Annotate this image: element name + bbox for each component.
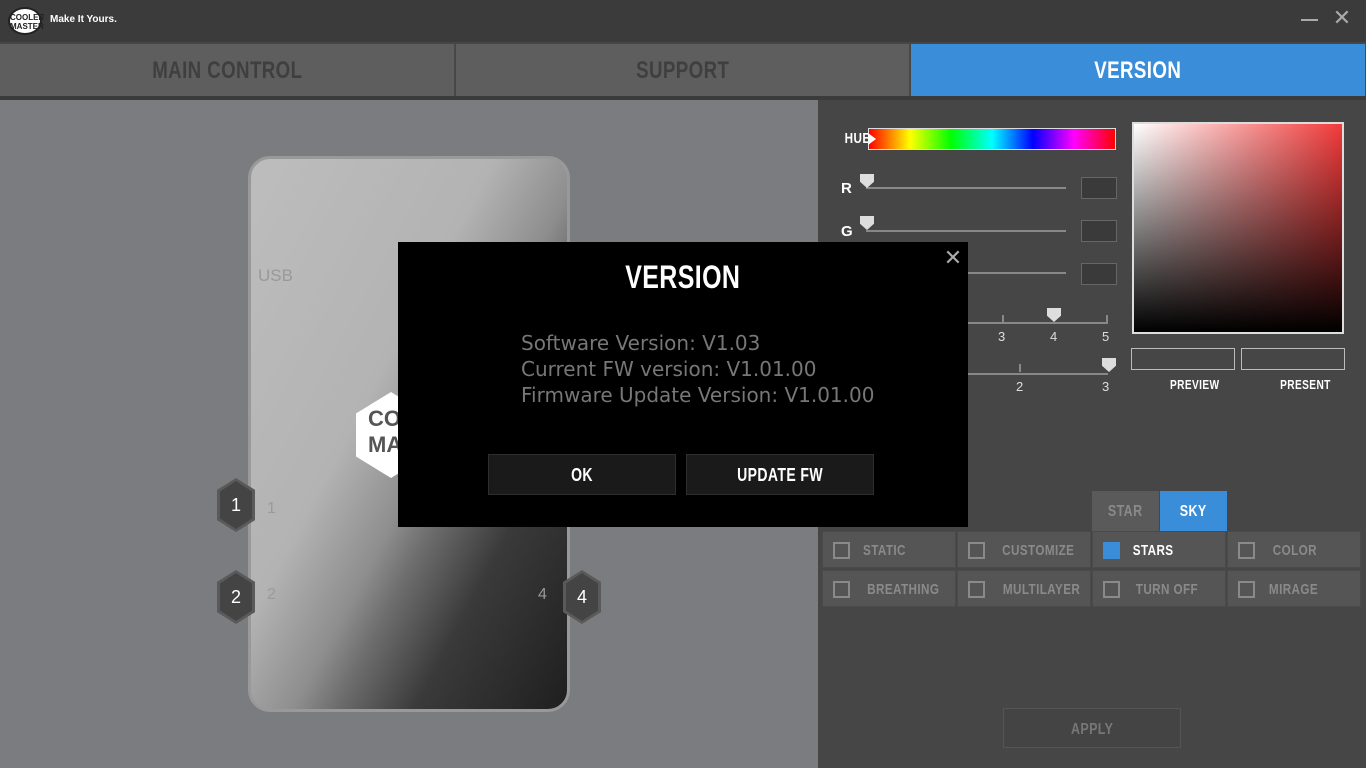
usb-label: USB [258, 266, 293, 285]
mode-stars[interactable]: STARS [1092, 531, 1226, 568]
brightness-tick-label: 2 [1016, 379, 1024, 394]
subtab-sky[interactable]: SKY [1160, 491, 1227, 531]
dialog-title: VERSION [398, 258, 968, 296]
dialog-title-text: VERSION [625, 259, 741, 295]
port-label-4: 4 [538, 586, 547, 603]
tab-main-control[interactable]: MAIN CONTROL [0, 44, 455, 96]
tab-label: VERSION [1094, 57, 1182, 84]
subtab-star[interactable]: STAR [1092, 491, 1159, 531]
g-value-field[interactable] [1081, 220, 1117, 242]
port-badge: 1 [230, 495, 241, 515]
tab-support[interactable]: SUPPORT [456, 44, 910, 96]
apply-label: APPLY [1070, 721, 1114, 738]
saturation-value-picker[interactable] [1132, 122, 1344, 334]
present-swatch [1241, 348, 1345, 370]
mode-turn-off[interactable]: TURN OFF [1092, 570, 1226, 607]
port-label-1: 1 [267, 500, 276, 517]
r-value-field[interactable] [1081, 177, 1117, 199]
port-badge: 4 [576, 587, 587, 607]
r-slider-track[interactable] [866, 187, 1066, 189]
firmware-update-version-text: Firmware Update Version: V1.01.00 [521, 383, 875, 407]
preview-swatch [1131, 348, 1235, 370]
checkbox-icon[interactable] [968, 581, 985, 598]
mode-label: MULTILAYER [1002, 581, 1081, 598]
mode-multilayer[interactable]: MULTILAYER [957, 570, 1091, 607]
port-badge: 2 [230, 587, 241, 607]
preview-label-text: PREVIEW [1169, 377, 1220, 392]
speed-tick [1002, 315, 1004, 323]
g-slider-track[interactable] [866, 230, 1066, 232]
mode-label: STATIC [863, 542, 906, 559]
port-label-2: 2 [267, 586, 276, 603]
brightness-slider-track[interactable] [960, 373, 1108, 375]
close-icon[interactable]: ✕ [1330, 6, 1354, 32]
update-fw-label: UPDATE FW [737, 465, 823, 485]
speed-tick-label: 4 [1050, 329, 1058, 344]
brightness-tick-label: 3 [1102, 379, 1110, 394]
mode-color-cycle[interactable]: COLOR CYCLE [1227, 531, 1361, 596]
cooler-master-logo: COOLER MASTER [8, 7, 44, 35]
update-fw-button[interactable]: UPDATE FW [686, 454, 874, 495]
checkbox-icon[interactable] [1238, 542, 1255, 559]
mode-customize[interactable]: CUSTOMIZE [957, 531, 1091, 568]
tagline: Make It Yours. [50, 14, 117, 25]
apply-button[interactable]: APPLY [1003, 708, 1181, 748]
g-label: G [841, 223, 853, 240]
mode-label: TURN OFF [1135, 581, 1199, 598]
mode-static[interactable]: STATIC [822, 531, 956, 568]
ok-button[interactable]: OK [488, 454, 676, 495]
preview-label: PREVIEW [1163, 377, 1226, 392]
hue-marker-icon[interactable] [868, 133, 876, 145]
hue-label-text: HUE [844, 130, 871, 147]
dialog-close-icon[interactable]: ✕ [942, 246, 964, 272]
ok-label: OK [571, 465, 593, 485]
brightness-tick [1019, 364, 1021, 372]
tab-label: SUPPORT [635, 57, 730, 84]
subtab-label: STAR [1108, 503, 1143, 520]
r-label: R [841, 180, 852, 197]
software-version-text: Software Version: V1.03 [521, 331, 761, 355]
minimize-icon[interactable] [1298, 8, 1322, 32]
speed-tick-label: 3 [998, 329, 1006, 344]
checkbox-icon[interactable] [1238, 581, 1255, 598]
speed-tick-label: 5 [1102, 329, 1110, 344]
mode-label: STARS [1132, 542, 1174, 559]
mode-breathing[interactable]: BREATHING [822, 570, 956, 607]
hue-slider[interactable] [868, 128, 1116, 150]
mode-label: MIRAGE [1268, 581, 1319, 598]
tab-label: MAIN CONTROL [151, 57, 303, 84]
mode-label: CUSTOMIZE [1002, 542, 1075, 559]
b-value-field[interactable] [1081, 263, 1117, 285]
checkbox-icon[interactable] [1103, 581, 1120, 598]
checkbox-icon[interactable] [968, 542, 985, 559]
title-bar: COOLER MASTER Make It Yours. ✕ [0, 0, 1366, 42]
present-label: PRESENT [1273, 377, 1338, 392]
tab-version[interactable]: VERSION [911, 44, 1366, 96]
mode-label: BREATHING [867, 581, 940, 598]
subtab-label: SKY [1180, 503, 1207, 520]
speed-slider-track[interactable] [960, 322, 1108, 324]
checkbox-icon[interactable] [833, 581, 850, 598]
checkbox-checked-icon[interactable] [1103, 542, 1120, 559]
speed-tick [1106, 315, 1108, 323]
mode-mirage[interactable]: MIRAGE [1227, 570, 1361, 607]
current-fw-text: Current FW version: V1.01.00 [521, 357, 817, 381]
version-dialog: VERSION ✕ Software Version: V1.03 Curren… [398, 242, 968, 527]
checkbox-icon[interactable] [833, 542, 850, 559]
present-label-text: PRESENT [1280, 377, 1331, 392]
